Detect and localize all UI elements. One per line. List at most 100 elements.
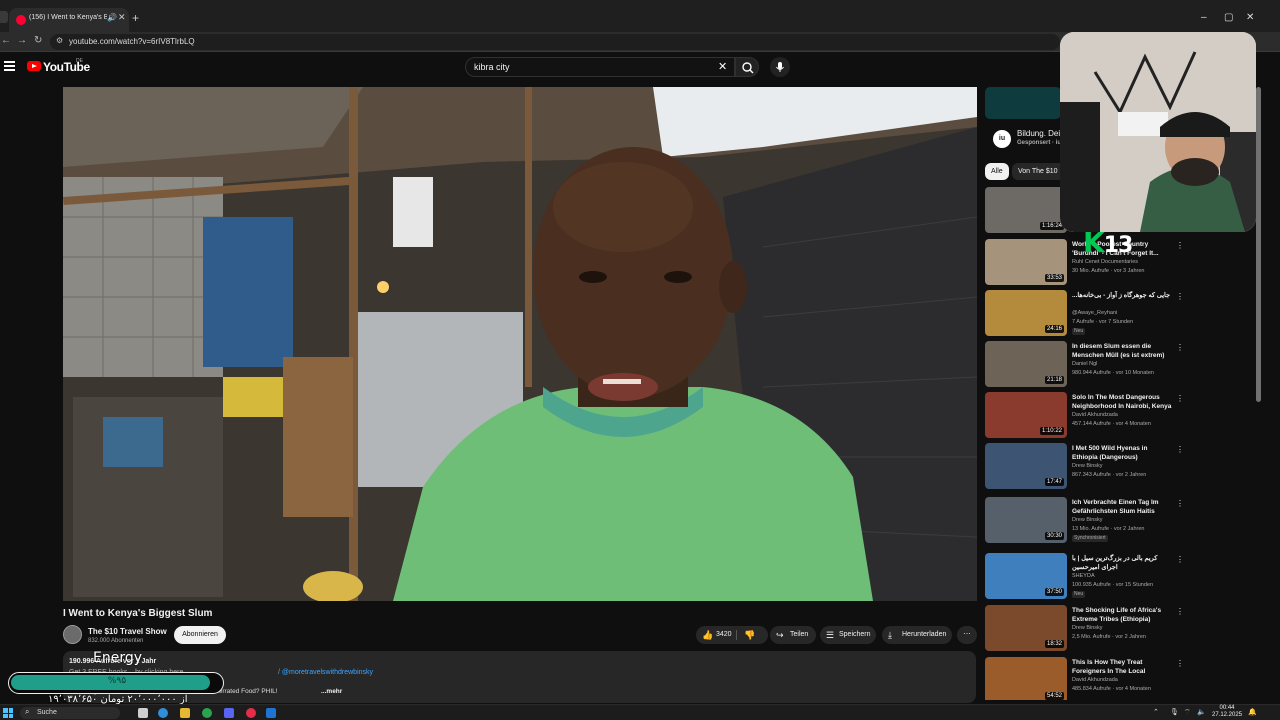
channel-name[interactable]: The $10 Travel Show [88,627,167,636]
notification-icon[interactable]: 🔔 [1248,708,1257,716]
more-options-icon[interactable]: ⋮ [1176,343,1184,352]
more-options-icon[interactable]: ⋮ [1176,394,1184,403]
plus-icon[interactable]: + [132,12,139,24]
related-video-channel[interactable]: Drew Binsky [1072,625,1103,631]
related-video-channel[interactable]: @Awaye_Reyhani [1072,310,1117,316]
more-options-icon[interactable]: ⋮ [1176,555,1184,564]
search-button[interactable] [735,57,759,77]
related-video-title[interactable]: Ich Verbrachte Einen Tag Im Gefährlichst… [1072,498,1174,516]
clear-search-icon[interactable]: ✕ [718,60,727,73]
audio-playing-icon[interactable]: 🔊 [107,13,117,22]
more-options-icon[interactable]: ⋮ [1176,607,1184,616]
more-options-icon[interactable]: ⋮ [1176,241,1184,250]
url-bar[interactable]: ⚙ youtube.com/watch?v=6rIV8TlrbLQ [50,34,1060,50]
like-count[interactable]: 3420 [716,626,732,644]
video-thumbnail[interactable]: 17:47 [985,443,1067,489]
related-video-meta: 457.144 Aufrufe · vor 4 Monaten [1072,421,1151,427]
clock[interactable]: 00:44 27.12.2025 [1212,705,1242,719]
video-thumbnail[interactable]: 33:53 [985,239,1067,285]
channel-avatar[interactable] [63,625,82,644]
tab-search-button[interactable] [0,11,8,23]
related-video-title[interactable]: The Shocking Life of Africa's Extreme Tr… [1072,606,1174,624]
related-video-channel[interactable]: David Akhundzada [1072,412,1118,418]
related-video-title[interactable]: Solo In The Most Dangerous Neighborhood … [1072,393,1174,411]
minimize-button[interactable]: – [1201,13,1207,23]
ad-thumbnail[interactable] [985,87,1061,119]
forward-icon[interactable]: → [17,35,27,46]
description-link[interactable]: / @moretravelswithdrewbinsky [278,669,373,676]
related-video-item[interactable]: 21:18 In diesem Slum essen die Menschen M… [984,341,1190,389]
mic-tray-icon[interactable]: 🎙 [1170,708,1179,716]
related-video-title[interactable]: I Met 500 Wild Hyenas in Ethiopia (Dange… [1072,444,1174,462]
volume-icon[interactable]: 🔈 [1197,708,1206,716]
share-button[interactable]: ↪ Teilen [770,626,816,644]
video-thumbnail[interactable]: 54:52 [985,657,1067,700]
related-video-item[interactable]: 17:47 I Met 500 Wild Hyenas in Ethiopia (… [984,443,1190,491]
ad-logo[interactable]: iu [993,130,1011,148]
video-duration: 24:16 [1044,325,1064,333]
tray-chevron-icon[interactable]: ⌃ [1153,708,1159,716]
download-button[interactable]: ⤓ Herunterladen [882,626,952,644]
ad-title[interactable]: Bildung. Dei [1017,129,1060,138]
more-options-icon[interactable]: ⋮ [1176,499,1184,508]
related-video-channel[interactable]: David Akhundzada [1072,677,1118,683]
taskbar-search[interactable]: ⌕ Suche [20,707,120,719]
more-options-icon[interactable]: ⋮ [1176,445,1184,454]
voice-search-button[interactable] [770,57,790,77]
more-options-icon[interactable]: ⋮ [1176,659,1184,668]
show-more-link[interactable]: ...mehr [321,688,342,695]
related-video-channel[interactable]: Drew Binsky [1072,463,1103,469]
related-video-item[interactable]: 30:30 Ich Verbrachte Einen Tag Im Gefährl… [984,497,1190,545]
related-video-channel[interactable]: SHEYDA [1072,573,1095,579]
related-video-title[interactable]: In diesem Slum essen die Menschen Müll (… [1072,342,1174,360]
related-video-title[interactable]: ...جایی که جوهرگاه ز آواز - بی‌خانه‌ها [1072,291,1174,300]
save-button[interactable]: ☰ Speichern [820,626,876,644]
app-icon[interactable] [266,708,276,718]
video-thumbnail[interactable]: 37:50 [985,553,1067,599]
related-video-channel[interactable]: Drew Binsky [1072,517,1103,523]
video-thumbnail[interactable]: 1:10:22 [985,392,1067,438]
site-info-icon[interactable]: ⚙ [56,36,63,45]
wifi-icon[interactable]: ⌔ [1184,708,1191,717]
menu-icon[interactable] [4,61,15,71]
task-view-icon[interactable] [138,708,148,718]
browser-tab[interactable]: (156) I Went to Kenya's Big 🔊 ✕ [9,8,129,32]
thumbs-down-icon[interactable]: 👎 [744,626,755,644]
related-video-title[interactable]: کریم بالی در بزرگ‌ترین سیل | با اجرای ام… [1072,554,1174,572]
page-scrollbar[interactable] [1256,87,1261,402]
chrome-icon[interactable] [202,708,212,718]
file-explorer-icon[interactable] [180,708,190,718]
related-video-channel[interactable]: Daniel Ngl [1072,361,1097,367]
video-thumbnail[interactable]: 21:18 [985,341,1067,387]
youtube-logo-icon[interactable] [27,61,41,71]
edge-icon[interactable] [158,708,168,718]
discord-icon[interactable] [224,708,234,718]
related-video-item[interactable]: 1:10:22 Solo In The Most Dangerous Neighb… [984,392,1190,440]
related-video-item[interactable]: 18:32 The Shocking Life of Africa's Extre… [984,605,1190,653]
video-thumbnail[interactable]: 18:32 [985,605,1067,651]
more-options-icon[interactable]: ⋮ [1176,292,1184,301]
video-thumbnail[interactable]: 30:30 [985,497,1067,543]
windows-start-icon[interactable] [3,708,13,718]
k13-number: 13 [1103,233,1134,258]
back-icon[interactable]: ← [1,35,11,46]
related-video-item[interactable]: 24:16 ...جایی که جوهرگاه ز آواز - بی‌خانه… [984,290,1190,338]
search-input[interactable]: kibra city ✕ [465,57,735,77]
reload-icon[interactable]: ↻ [34,35,42,46]
close-window-button[interactable]: ✕ [1246,13,1254,23]
related-video-title[interactable]: This Is How They Treat Foreigners In The… [1072,658,1174,676]
related-video-item[interactable]: 37:50 کریم بالی در بزرگ‌ترین سیل | با اجر… [984,553,1190,601]
tab-close-icon[interactable]: ✕ [118,12,126,23]
related-video-channel[interactable]: Ruhl Cenet Documentaries [1072,259,1138,265]
obs-icon[interactable] [246,708,256,718]
thumbs-up-icon[interactable]: 👍 [702,626,713,644]
subscribe-button[interactable]: Abonnieren [174,626,226,644]
chip-all[interactable]: Alle [985,163,1009,180]
video-thumbnail[interactable]: 24:16 [985,290,1067,336]
chip-from-channel[interactable]: Von The $10 [1012,163,1064,180]
video-player[interactable] [63,87,977,601]
related-video-item[interactable]: 54:52 This Is How They Treat Foreigners I… [984,657,1190,700]
maximize-button[interactable]: ▢ [1224,13,1233,23]
more-actions-button[interactable]: ⋯ [957,626,977,644]
video-thumbnail[interactable]: 1:16:24 [985,187,1067,233]
